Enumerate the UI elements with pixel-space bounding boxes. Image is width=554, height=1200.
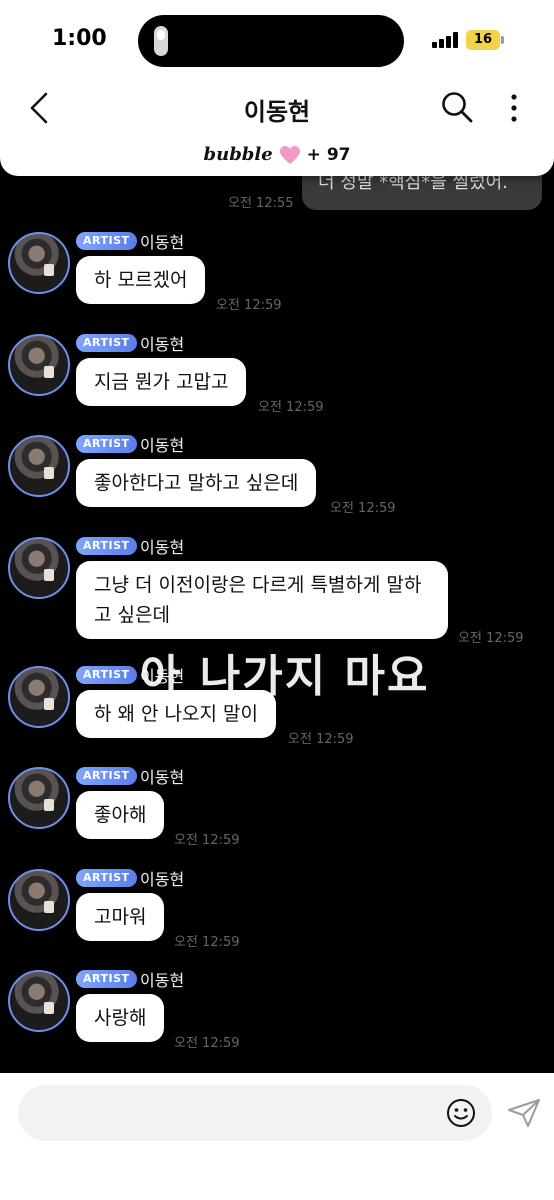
message-bubble: 하 모르겠어 xyxy=(76,256,206,304)
message-time: 오전 12:59 xyxy=(174,833,240,848)
artist-name: 이동현 xyxy=(140,436,185,455)
status-time: 1:00 xyxy=(52,26,107,51)
message-bubble: 그냥 더 이전이랑은 다르게 특별하게 말하고 싶은데 xyxy=(76,561,448,639)
status-bar: 1:00 16 xyxy=(0,0,554,80)
avatar[interactable] xyxy=(8,767,70,829)
artist-badge: ARTIST xyxy=(76,334,137,352)
message-time: 오전 12:59 xyxy=(330,501,396,516)
send-icon[interactable] xyxy=(506,1097,542,1129)
avatar[interactable] xyxy=(8,970,70,1032)
flashlight-icon xyxy=(154,26,168,56)
avatar[interactable] xyxy=(8,232,70,294)
artist-badge: ARTIST xyxy=(76,435,137,453)
search-icon[interactable] xyxy=(440,90,474,124)
artist-name: 이동현 xyxy=(140,233,185,252)
artist-badge: ARTIST xyxy=(76,767,137,785)
message-time: 오전 12:59 xyxy=(288,732,354,747)
avatar[interactable] xyxy=(8,869,70,931)
message-time: 오전 12:59 xyxy=(174,935,240,950)
artist-name: 이동현 xyxy=(140,538,185,557)
message-bubble: 지금 뭔가 고맙고 xyxy=(76,358,247,406)
artist-badge: ARTIST xyxy=(76,537,137,555)
my-message-time: 오전 12:55 xyxy=(228,196,294,211)
avatar[interactable] xyxy=(8,537,70,599)
message-time: 오전 12:59 xyxy=(174,1036,240,1051)
message-composer xyxy=(0,1073,554,1200)
message-bubble: 좋아해 xyxy=(76,791,165,839)
artist-badge: ARTIST xyxy=(76,232,137,250)
more-icon[interactable] xyxy=(504,92,524,124)
message-time: 오전 12:59 xyxy=(216,298,282,313)
signal-icon xyxy=(432,32,460,48)
emoji-icon[interactable] xyxy=(446,1098,476,1128)
artist-name: 이동현 xyxy=(140,768,185,787)
bubble-logo: bubble xyxy=(203,144,273,165)
heart-icon xyxy=(279,145,300,164)
artist-badge: ARTIST xyxy=(76,666,137,684)
message-time: 오전 12:59 xyxy=(258,400,324,415)
message-time: 오전 12:59 xyxy=(458,631,524,646)
avatar[interactable] xyxy=(8,435,70,497)
overlay-caption: 아 나가지 마요 xyxy=(140,651,430,702)
message-input[interactable] xyxy=(18,1085,492,1141)
artist-name: 이동현 xyxy=(140,335,185,354)
artist-name: 이동현 xyxy=(140,870,185,889)
avatar[interactable] xyxy=(8,334,70,396)
chat-area[interactable]: 더 정말 *핵심*을 찔렀어. 오전 12:55 ARTIST 이동현 하 모르… xyxy=(0,140,554,1073)
bubble-banner[interactable]: bubble + 97 xyxy=(0,140,554,176)
chat-header: 이동현 xyxy=(0,80,554,140)
battery-icon: 16 xyxy=(466,30,504,50)
artist-badge: ARTIST xyxy=(76,869,137,887)
dynamic-island xyxy=(138,15,404,67)
bubble-count: + 97 xyxy=(306,144,351,165)
message-bubble: 사랑해 xyxy=(76,994,165,1042)
avatar[interactable] xyxy=(8,666,70,728)
message-bubble: 고마워 xyxy=(76,893,165,941)
artist-name: 이동현 xyxy=(140,971,185,990)
artist-badge: ARTIST xyxy=(76,970,137,988)
message-bubble: 좋아한다고 말하고 싶은데 xyxy=(76,459,317,507)
